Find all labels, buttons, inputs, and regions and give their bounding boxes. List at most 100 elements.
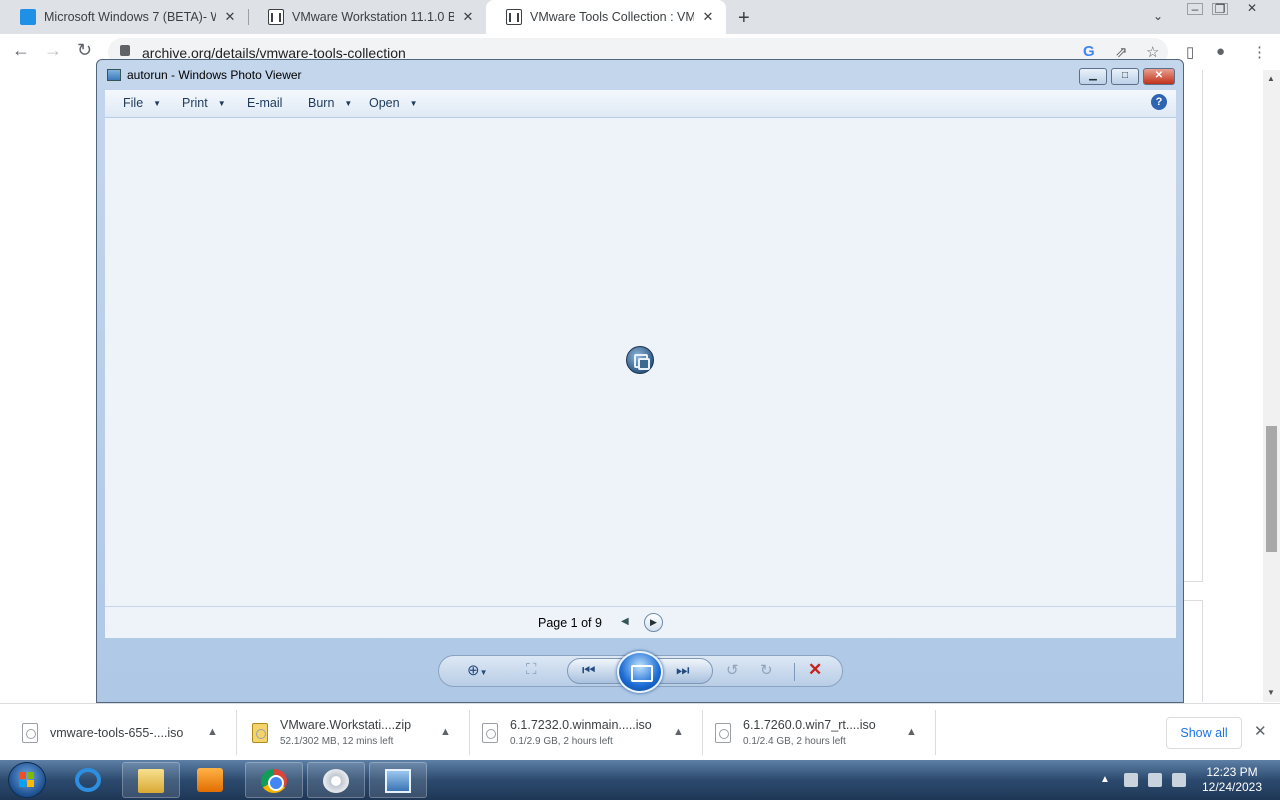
delete-icon[interactable]: ✕ (808, 660, 822, 680)
download-progress: 52.1/302 MB, 12 mins left (280, 736, 394, 747)
taskbar-internet-explorer[interactable] (60, 762, 118, 798)
page-content-panel (1183, 600, 1203, 702)
tab-vmware-workstation[interactable]: VMware Workstation 11.1.0 Build ✕ (248, 0, 486, 34)
clock-date: 12/24/2023 (1201, 780, 1263, 794)
chevron-up-icon[interactable]: ▲ (440, 726, 451, 738)
zip-file-icon (252, 722, 268, 743)
page-indicator: Page 1 of 9 (538, 616, 602, 630)
lock-icon (120, 45, 130, 56)
new-tab-icon[interactable]: + (738, 7, 750, 30)
download-item[interactable]: VMware.Workstati....zip 52.1/302 MB, 12 … (230, 704, 466, 761)
menu-email[interactable]: E-mail (247, 96, 282, 110)
close-window-icon[interactable]: ✕ (1143, 68, 1175, 85)
reload-icon[interactable]: ↻ (77, 40, 92, 61)
minimize-browser-icon[interactable]: – (1187, 3, 1203, 15)
scroll-up-icon[interactable]: ▲ (1267, 74, 1275, 83)
slideshow-button[interactable] (617, 651, 663, 693)
download-shelf: vmware-tools-655-....iso ▲ VMware.Workst… (0, 703, 1280, 760)
download-filename: 6.1.7260.0.win7_rt....iso (743, 718, 876, 732)
taskbar-chrome[interactable] (245, 762, 303, 798)
download-item[interactable]: 6.1.7260.0.win7_rt....iso 0.1/2.4 GB, 2 … (693, 704, 929, 761)
chevron-down-icon: ▼ (409, 99, 418, 108)
taskbar-photo-viewer[interactable] (369, 762, 427, 798)
maximize-window-icon[interactable]: □ (1111, 68, 1139, 85)
photo-viewer-app-icon (107, 69, 121, 81)
google-icon[interactable]: G (1083, 43, 1095, 60)
clock-time: 12:23 PM (1206, 765, 1258, 779)
forward-arrow-icon[interactable]: → (44, 40, 62, 61)
chevron-up-icon[interactable]: ▲ (207, 726, 218, 738)
network-icon[interactable] (1148, 773, 1162, 787)
page-navigator: Page 1 of 9 ◀ ▶ (105, 606, 1176, 638)
tab-title: VMware Workstation 11.1.0 Build (292, 10, 454, 24)
download-progress: 0.1/2.4 GB, 2 hours left (743, 736, 846, 747)
tab-title: VMware Tools Collection : VMwa (530, 10, 694, 24)
tab-title: Microsoft Windows 7 (BETA)- Wi (44, 10, 216, 24)
profile-avatar-icon[interactable]: ● (1216, 43, 1225, 60)
download-filename: 6.1.7232.0.winmain.....iso (510, 718, 652, 732)
scroll-down-icon[interactable]: ▼ (1267, 688, 1275, 697)
taskbar-windows-explorer[interactable] (122, 762, 180, 798)
chevron-down-icon: ▼ (153, 99, 162, 108)
page-content-panel (1183, 70, 1203, 582)
close-shelf-icon[interactable]: ✕ (1254, 722, 1267, 740)
windows-logo-icon (19, 772, 35, 788)
tab-search-chevron-icon[interactable]: ⌄ (1153, 9, 1163, 23)
close-tab-icon[interactable]: ✕ (222, 9, 238, 25)
download-divider (935, 710, 936, 755)
rotate-counterclockwise-icon[interactable]: ↺ (726, 661, 739, 679)
start-button[interactable] (8, 762, 46, 798)
menu-burn[interactable]: Burn ▼ (308, 96, 352, 110)
menu-print[interactable]: Print ▼ (182, 96, 226, 110)
download-progress: 0.1/2.9 GB, 2 hours left (510, 736, 613, 747)
chevron-up-icon[interactable]: ▲ (906, 726, 917, 738)
tab-windows7-beta[interactable]: Microsoft Windows 7 (BETA)- Wi ✕ (0, 0, 248, 34)
rotate-clockwise-icon[interactable]: ↻ (760, 661, 773, 679)
side-panel-icon[interactable]: ▯ (1186, 43, 1194, 61)
close-tab-icon[interactable]: ✕ (460, 9, 476, 25)
chevron-down-icon: ▼ (217, 99, 226, 108)
menu-open-label: Open (369, 96, 400, 110)
disc-image-file-icon (482, 722, 498, 743)
windows-taskbar: ▲ 12:23 PM 12/24/2023 (0, 760, 1280, 800)
back-arrow-icon[interactable]: ← (12, 40, 30, 61)
show-hidden-icons-icon[interactable]: ▲ (1100, 774, 1110, 785)
menu-dots-icon[interactable]: ⋮ (1252, 43, 1267, 61)
zoom-icon[interactable]: ⊕▼ (467, 661, 488, 679)
minimize-window-icon[interactable]: ▁ (1079, 68, 1107, 85)
download-item[interactable]: vmware-tools-655-....iso (0, 704, 232, 761)
photo-viewer-window: autorun - Windows Photo Viewer ▁ □ ✕ Fil… (96, 59, 1184, 703)
help-icon[interactable]: ? (1151, 94, 1167, 110)
close-tab-icon[interactable]: ✕ (700, 9, 716, 25)
media-player-icon (197, 768, 223, 792)
next-image-icon[interactable]: ⏭ (676, 662, 690, 679)
image-canvas[interactable] (105, 118, 1176, 606)
scrollbar-thumb[interactable] (1266, 426, 1277, 552)
menu-email-label: E-mail (247, 96, 283, 110)
action-center-flag-icon[interactable] (1124, 773, 1138, 787)
viewer-control-bar: ⊕▼ ⛶ ⏮ ⏭ ↺ ↻ ✕ (438, 651, 843, 693)
taskbar-disc-app[interactable] (307, 762, 365, 798)
menu-print-label: Print (182, 96, 208, 110)
restore-browser-icon[interactable]: ❐ (1212, 3, 1228, 15)
close-browser-icon[interactable]: ✕ (1244, 2, 1260, 15)
previous-image-icon[interactable]: ⏮ (582, 662, 596, 679)
chevron-up-icon[interactable]: ▲ (673, 726, 684, 738)
actual-size-icon[interactable]: ⛶ (526, 661, 537, 678)
photo-viewer-icon (385, 769, 411, 793)
system-clock[interactable]: 12:23 PM 12/24/2023 (1196, 765, 1268, 795)
download-filename: vmware-tools-655-....iso (50, 725, 184, 740)
volume-muted-icon[interactable] (1172, 773, 1186, 787)
next-page-icon[interactable]: ▶ (644, 613, 663, 632)
previous-page-icon[interactable]: ◀ (621, 616, 629, 627)
menu-file[interactable]: File ▼ (123, 96, 161, 110)
download-item[interactable]: 6.1.7232.0.winmain.....iso 0.1/2.9 GB, 2… (460, 704, 696, 761)
control-divider (794, 663, 795, 681)
tab-vmware-tools-collection[interactable]: VMware Tools Collection : VMwa ✕ (486, 0, 726, 34)
internet-archive-icon (506, 9, 522, 25)
menu-open[interactable]: Open ▼ (369, 96, 418, 110)
show-all-downloads-button[interactable]: Show all (1166, 717, 1242, 749)
page-scrollbar[interactable]: ▲ ▼ (1263, 70, 1280, 702)
window-titlebar[interactable]: autorun - Windows Photo Viewer (107, 60, 302, 90)
taskbar-media-player[interactable] (182, 762, 240, 798)
